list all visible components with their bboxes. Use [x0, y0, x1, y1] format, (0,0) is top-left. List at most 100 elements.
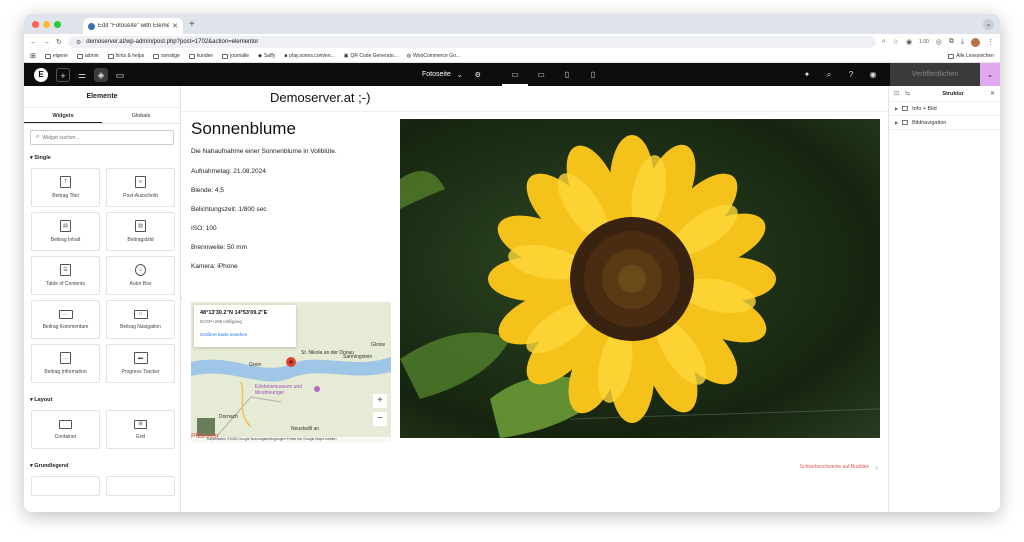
- widget-toc[interactable]: ☰ Table of Contents: [31, 256, 100, 295]
- bookmark-item[interactable]: ■ play.sonos.com/en...: [284, 53, 335, 59]
- structure-icon[interactable]: ◈: [94, 67, 108, 82]
- widget-search-input[interactable]: [42, 134, 163, 141]
- post-category-link[interactable]: Pflanzen: [191, 433, 218, 440]
- site-info-icon[interactable]: ⚙: [76, 39, 81, 46]
- widget-container[interactable]: Container: [31, 410, 100, 449]
- widget-featured-image[interactable]: ▨ Beitragsbild: [106, 212, 175, 251]
- puzzle-icon[interactable]: ⧉: [949, 38, 954, 46]
- tab-widgets[interactable]: Widgets: [24, 108, 102, 123]
- bookmark-item[interactable]: ◆ Saffy: [258, 53, 275, 59]
- widget-progress-tracker[interactable]: ▬ Progress Tracker: [106, 344, 175, 383]
- bookmark-item[interactable]: kunden: [188, 53, 213, 59]
- widget-author-box[interactable]: ☺ Autor Box: [106, 256, 175, 295]
- structure-item[interactable]: ▶ Info + Bild: [889, 102, 1000, 116]
- bookmark-star-icon[interactable]: ☆: [893, 38, 899, 46]
- site-title[interactable]: Demoserver.at ;-): [270, 90, 370, 105]
- tab-globals[interactable]: Globals: [102, 108, 180, 123]
- close-window-button[interactable]: [32, 20, 39, 28]
- elementor-logo-icon[interactable]: E: [34, 67, 48, 82]
- section-layout[interactable]: ▾ Layout: [30, 397, 180, 403]
- map-zoom-out-button[interactable]: −: [373, 412, 387, 426]
- sunflower-graphic: [400, 135, 880, 438]
- close-icon[interactable]: ✕: [990, 90, 995, 97]
- mobile-icon[interactable]: ▯: [580, 63, 606, 86]
- back-icon[interactable]: ←: [30, 39, 37, 46]
- image-icon: ▨: [135, 220, 146, 232]
- next-post-link[interactable]: Schwebeschweine auf Buddies ›: [800, 462, 878, 472]
- forward-icon[interactable]: →: [43, 39, 50, 46]
- bookmark-item[interactable]: hints & helps: [107, 53, 144, 59]
- desktop-icon[interactable]: ▭: [502, 63, 528, 86]
- section-basic[interactable]: ▾ Grundlegend: [30, 463, 180, 469]
- close-tab-icon[interactable]: ✕: [172, 22, 178, 30]
- expand-icon[interactable]: ▶: [895, 120, 898, 125]
- new-tab-button[interactable]: +: [189, 19, 195, 30]
- widget-basic-2[interactable]: [106, 476, 175, 496]
- widget-post-comments[interactable]: … Beitrag Kommentare: [31, 300, 100, 339]
- reload-icon[interactable]: ↻: [56, 38, 62, 46]
- url-field[interactable]: ⚙ demoserver.at/wp-admin/post.php?post=1…: [67, 36, 876, 48]
- section-single[interactable]: ▾ Single: [30, 155, 180, 161]
- tablet-landscape-icon[interactable]: ▭: [528, 63, 554, 86]
- widget-basic-1[interactable]: [31, 476, 100, 496]
- collapse-all-icon[interactable]: ⇆: [905, 90, 910, 97]
- publish-button[interactable]: Veröffentlichen: [890, 63, 980, 86]
- meta-date[interactable]: Aufnahmetag: 21.08.2024: [191, 168, 266, 175]
- widget-post-excerpt[interactable]: ≡ Post-Ausschnitt: [106, 168, 175, 207]
- page-settings-icon[interactable]: ⚙: [475, 71, 481, 79]
- map-embed[interactable]: 48°13'30.2"N 14°53'09.2"E 6VGP+296 Hößga…: [191, 302, 391, 443]
- camera-icon[interactable]: ◉: [906, 38, 912, 46]
- meta-camera[interactable]: Kamera: iPhone: [191, 263, 238, 270]
- tab-search-button[interactable]: ⌄: [983, 19, 994, 30]
- site-settings-icon[interactable]: ⚌: [75, 68, 89, 82]
- expand-icon[interactable]: ▶: [895, 106, 898, 111]
- minimize-window-button[interactable]: [43, 20, 50, 28]
- profile-avatar[interactable]: [971, 37, 980, 47]
- widget-post-title[interactable]: T Beitrag Titel: [31, 168, 100, 207]
- ai-icon[interactable]: ✦: [796, 70, 818, 79]
- structure-header: ⊡ ⇆ Struktur ✕: [889, 86, 1000, 102]
- all-bookmarks[interactable]: Alle Lesezeichen: [948, 53, 994, 59]
- meta-aperture[interactable]: Blende: 4,5: [191, 187, 224, 194]
- meta-shutter[interactable]: Belichtungszeit: 1/800 sec: [191, 206, 267, 213]
- zoom-icon[interactable]: ⌕: [882, 38, 886, 46]
- tablet-icon[interactable]: ▯: [554, 63, 580, 86]
- notes-icon[interactable]: ▭: [113, 68, 127, 82]
- preview-icon[interactable]: ◉: [862, 70, 884, 79]
- menu-icon[interactable]: ⋮: [987, 38, 994, 46]
- map-zoom-in-button[interactable]: +: [373, 394, 387, 408]
- map-place-label: Dornach: [219, 414, 238, 420]
- bookmark-item[interactable]: eigene: [44, 53, 68, 59]
- bookmark-item[interactable]: admin: [76, 53, 99, 59]
- meta-iso[interactable]: ISO: 100: [191, 225, 217, 232]
- page-selector[interactable]: Fotoseite ⌄ ⚙: [422, 63, 481, 86]
- maximize-window-button[interactable]: [54, 20, 61, 28]
- bookmark-item[interactable]: journalle: [222, 53, 249, 59]
- apps-icon[interactable]: ⊞: [30, 52, 36, 60]
- widget-search[interactable]: ⌕: [30, 130, 174, 145]
- woocommerce-icon: ◍: [406, 53, 412, 59]
- widget-post-info[interactable]: … Beitrag Information: [31, 344, 100, 383]
- publish-options-button[interactable]: ⌄: [980, 63, 1000, 86]
- bookmark-item[interactable]: sonstige: [153, 53, 180, 59]
- post-title[interactable]: Sonnenblume: [191, 119, 296, 139]
- structure-item[interactable]: ▶ Bildnavigation: [889, 116, 1000, 130]
- post-description[interactable]: Die Nahaufnahme einer Sonnenblume in Vol…: [191, 148, 337, 155]
- download-icon[interactable]: ⤓: [961, 38, 964, 46]
- widget-post-content[interactable]: ▤ Beitrag Inhalt: [31, 212, 100, 251]
- add-element-icon[interactable]: +: [56, 67, 70, 82]
- search-icon[interactable]: ⌕: [818, 70, 840, 80]
- container-icon: [59, 419, 72, 429]
- zoom-badge[interactable]: 1.00: [919, 39, 929, 45]
- help-icon[interactable]: ?: [840, 70, 862, 79]
- meta-focal[interactable]: Brennweite: 50 mm: [191, 244, 247, 251]
- pin-icon[interactable]: ⊡: [894, 90, 899, 97]
- bookmark-item[interactable]: ◍ WooCommerce Go...: [407, 53, 460, 59]
- widget-post-navigation[interactable]: ‹› Beitrag Navigation: [106, 300, 175, 339]
- bookmark-item[interactable]: ▣ QR Code Generato...: [344, 53, 398, 59]
- browser-tab[interactable]: Edit "Fotoseite" with Elementor ✕: [83, 18, 183, 34]
- sunflower-image[interactable]: [400, 119, 880, 438]
- larger-map-link[interactable]: Größere Karte ansehen: [200, 332, 290, 337]
- extension-icon[interactable]: ◎: [936, 38, 942, 46]
- widget-grid[interactable]: ⊞ Grid: [106, 410, 175, 449]
